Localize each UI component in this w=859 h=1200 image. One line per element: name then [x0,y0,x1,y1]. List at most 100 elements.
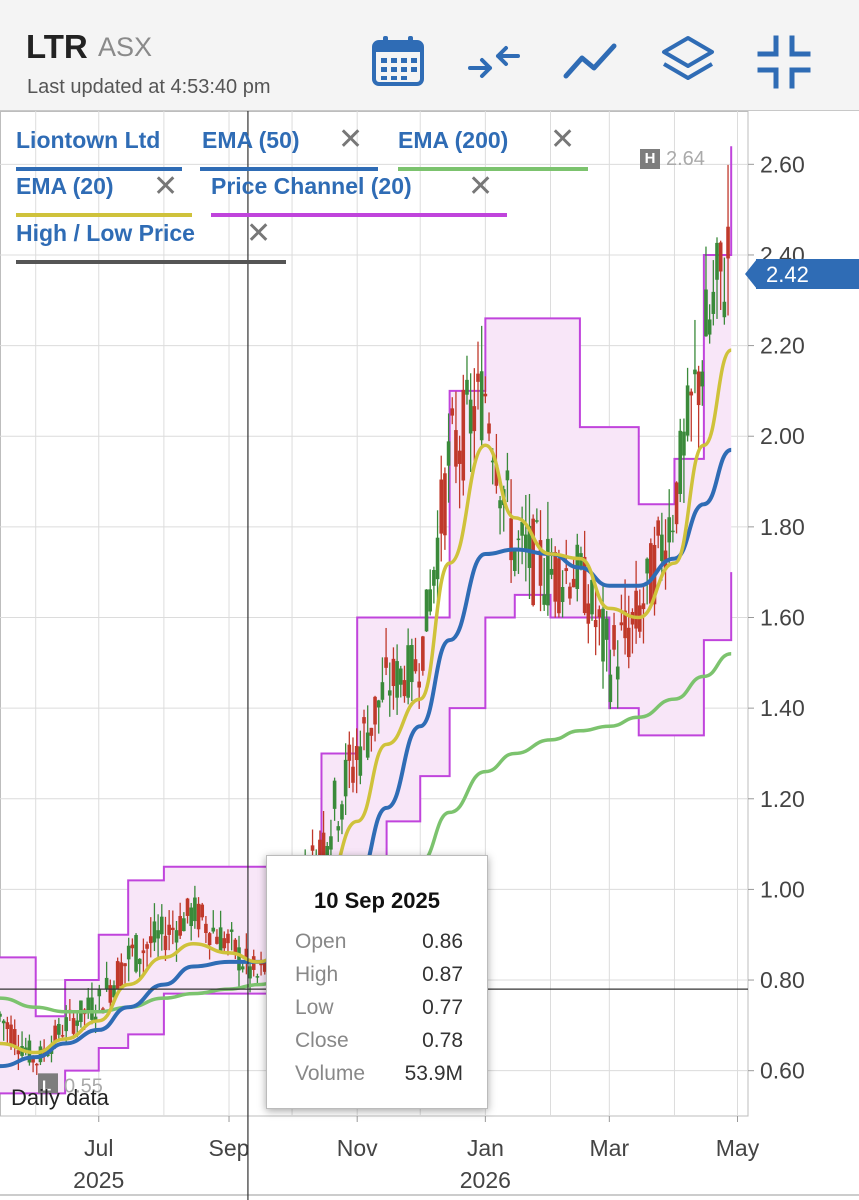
candle-body [413,659,418,672]
legend-ema50[interactable]: EMA (50) [202,127,300,154]
candle-body [119,962,124,987]
y-tick-label: 1.20 [760,786,805,812]
candle-body [612,625,616,650]
candle-body [167,924,171,935]
candle-body [693,369,697,375]
candle-body [156,930,160,939]
candle-body [678,430,683,494]
candle-body [75,1020,80,1026]
candle-body [237,947,241,971]
legend-liontown[interactable]: Liontown Ltd [16,127,160,154]
candle-body [671,530,675,533]
candle-body [564,568,569,572]
candle-body [604,618,609,640]
candle-body [71,1018,76,1034]
candle-body [97,988,102,997]
candle-body [395,661,399,698]
candle-body [406,645,410,698]
candle-body [593,620,598,628]
candle-body [57,1023,61,1035]
candle-body [211,927,216,932]
x-tick-year: 2026 [460,1167,511,1193]
candle-body [137,958,142,965]
candle-body [255,976,260,978]
high-badge: H [640,149,660,169]
candle-body [204,923,208,934]
candle-body [439,479,444,534]
candle-body [465,379,469,395]
x-tick-label: Sep [209,1135,250,1161]
candle-body [380,682,385,700]
candle-body [516,538,521,541]
candle-body [402,680,407,697]
candle-body [193,897,197,922]
candle-body [435,537,440,580]
layers-icon[interactable] [660,34,716,90]
candle-body [64,1017,68,1032]
candle-body [428,589,433,612]
y-tick-label: 2.60 [760,151,805,177]
candle-body [358,746,363,776]
candle-body [391,658,396,687]
candle-body [174,930,179,943]
candle-body [520,521,524,536]
compare-arrows-icon[interactable] [466,34,522,90]
tooltip-value: 53.9M [404,1062,463,1085]
legend-ema50-swatch [200,167,378,171]
candle-body [123,963,127,967]
candle-body [362,717,366,724]
candle-body [115,961,120,990]
candle-body [479,371,484,441]
candle-body [90,997,94,1020]
candle-body [476,373,480,382]
candle-body [222,938,227,949]
collapse-icon[interactable] [756,34,812,90]
candle-body [182,918,186,932]
candle-body [159,916,164,935]
x-tick-label: Nov [337,1135,378,1161]
candle-body [505,470,510,481]
high-value: 2.64 [666,148,705,170]
legend-ema200[interactable]: EMA (200) [398,127,508,154]
candle-body [343,759,348,797]
x-tick-label: Mar [590,1135,630,1161]
tooltip-label: Volume [295,1062,366,1085]
current-price-value: 2.42 [766,262,809,287]
chart-area[interactable]: 2.60 2.40 2.20 2.00 1.80 1.60 1.40 1.20 1.00 0.80… [0,111,859,1200]
calendar-icon[interactable] [370,34,426,90]
exchange-label: ASX [98,32,153,62]
tooltip-value: 0.86 [422,930,463,953]
candle-body [446,441,451,466]
line-chart-icon[interactable] [562,34,618,90]
legend-price-channel[interactable]: Price Channel (20) [211,173,412,200]
candle-body [0,1013,2,1017]
candle-body [196,903,201,930]
remove-ema20-icon[interactable]: ✕ [153,172,178,202]
remove-price-channel-icon[interactable]: ✕ [468,172,493,202]
remove-high-low-icon[interactable]: ✕ [246,219,271,249]
candle-body [560,587,565,602]
candle-body [722,301,727,318]
remove-ema200-icon[interactable]: ✕ [550,125,575,155]
candle-body [200,904,205,918]
legend-high-low[interactable]: High / Low Price [16,220,195,247]
tooltip-label: Low [295,996,334,1019]
candle-body [711,291,716,314]
ticker-symbol: LTR [26,28,88,65]
candle-body [369,727,374,736]
candle-body [178,915,182,936]
y-tick-label: 1.00 [760,876,805,902]
y-tick-label: 2.00 [760,423,805,449]
remove-ema50-icon[interactable]: ✕ [338,125,363,155]
candle-body [145,944,149,949]
candle-body [660,534,664,562]
last-updated: Last updated at 4:53:40 pm [27,76,271,98]
candle-body [582,556,587,614]
y-tick-label: 1.60 [760,605,805,631]
candle-body [726,226,730,259]
candle-body [557,558,561,614]
legend-ema20[interactable]: EMA (20) [16,173,114,200]
candle-body [108,985,113,1003]
candle-body [12,1029,17,1047]
candle-body [553,551,558,602]
